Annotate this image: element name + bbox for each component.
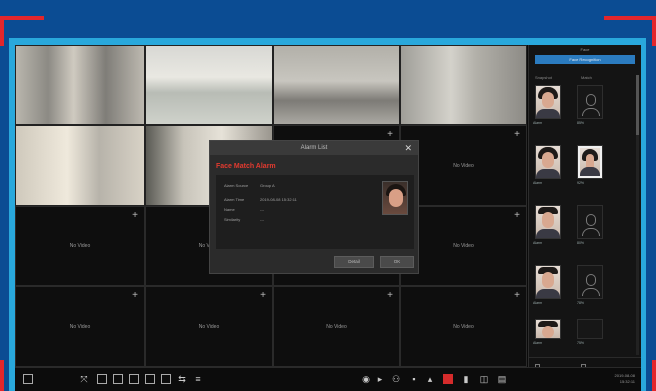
layout-16-icon[interactable] bbox=[145, 374, 155, 384]
detail-row: Similarity --- bbox=[224, 217, 264, 222]
placeholder-photo bbox=[577, 319, 603, 339]
sidebar-scrollbar[interactable] bbox=[636, 75, 639, 355]
add-camera-icon[interactable]: + bbox=[132, 211, 138, 221]
corner-top-left-v bbox=[0, 16, 4, 46]
alarm-details: Alarm Source Group A Alarm Time 2019-08-08… bbox=[216, 175, 414, 249]
placeholder-photo bbox=[577, 205, 603, 239]
tab-face-recognition[interactable]: Face Recognition bbox=[535, 55, 635, 64]
dialog-title: Alarm List bbox=[300, 145, 328, 151]
record-icon[interactable]: ▪ bbox=[409, 374, 419, 384]
match-percent: 92% bbox=[577, 181, 585, 185]
match-label: Alarm bbox=[533, 121, 543, 125]
disk-icon[interactable]: ▤ bbox=[497, 374, 507, 384]
video-tile[interactable]: + No Video bbox=[400, 286, 527, 367]
playback-icon[interactable]: ≡ bbox=[193, 374, 203, 384]
match-percent: 80% bbox=[577, 241, 585, 245]
alarm-title: Face Match Alarm bbox=[216, 163, 276, 170]
dialog-header: Alarm List ✕ bbox=[210, 141, 418, 155]
taskbar: ⤧ ⇆ ≡ ◉ ▸ ⚇ ▪ ▴ ▮ ◫ ▤ 2019-08-08 15:32:1… bbox=[15, 367, 641, 391]
prev-icon[interactable]: ◉ bbox=[361, 374, 371, 384]
corner-top-right-v bbox=[652, 16, 656, 46]
layout-25-icon[interactable] bbox=[161, 374, 171, 384]
match-percent: 75% bbox=[577, 341, 585, 345]
no-video-label: No Video bbox=[326, 323, 347, 330]
match-label: Alarm bbox=[533, 241, 543, 245]
snapshot-thumb bbox=[535, 85, 561, 119]
corner-bottom-right-v bbox=[652, 360, 656, 391]
ok-button[interactable]: OK bbox=[380, 256, 414, 268]
clock: 2019-08-08 15:32:11 bbox=[615, 373, 635, 385]
fullscreen-icon[interactable]: ⤧ bbox=[79, 374, 89, 384]
alarm-dialog: Alarm List ✕ Face Match Alarm Alarm Sour… bbox=[209, 140, 419, 274]
col-match: Match bbox=[581, 75, 592, 80]
match-label: Alarm bbox=[533, 181, 543, 185]
col-snapshot: Snapshot bbox=[535, 75, 552, 80]
camera-view-1[interactable] bbox=[15, 45, 145, 125]
snapshot-thumb bbox=[535, 265, 561, 299]
audio-icon[interactable]: ▮ bbox=[461, 374, 471, 384]
add-camera-icon[interactable]: + bbox=[387, 291, 393, 301]
close-icon[interactable]: ✕ bbox=[404, 143, 412, 153]
list-item[interactable]: Alarm 80% bbox=[533, 201, 628, 251]
layout-9-icon[interactable] bbox=[129, 374, 139, 384]
list-item[interactable]: Alarm 85% bbox=[533, 81, 628, 131]
video-tile[interactable]: + No Video bbox=[273, 286, 400, 367]
snapshot-thumb bbox=[535, 205, 561, 239]
no-video-label: No Video bbox=[453, 243, 474, 249]
no-video-label: No Video bbox=[69, 243, 91, 249]
placeholder-photo bbox=[577, 265, 603, 299]
layout-1-icon[interactable] bbox=[97, 374, 107, 384]
video-tile[interactable]: + No Video bbox=[15, 286, 145, 367]
menu-icon[interactable] bbox=[23, 374, 33, 384]
add-camera-icon[interactable]: + bbox=[132, 291, 138, 301]
list-item[interactable]: Alarm 92% bbox=[533, 141, 628, 191]
add-camera-icon[interactable]: + bbox=[514, 211, 520, 221]
corner-bottom-left-v bbox=[0, 360, 4, 391]
detail-button[interactable]: Detail bbox=[334, 256, 374, 268]
no-video-label: No Video bbox=[198, 323, 220, 330]
next-icon[interactable]: ▸ bbox=[375, 374, 385, 384]
match-percent: 85% bbox=[577, 121, 585, 125]
camera-view-3[interactable] bbox=[273, 45, 400, 125]
no-video-label: No Video bbox=[453, 162, 474, 169]
detail-row: Alarm Time 2019-08-08 15:32:11 bbox=[224, 197, 297, 202]
video-tile[interactable]: + No Video bbox=[15, 206, 145, 286]
detail-row: Alarm Source Group A bbox=[224, 183, 275, 188]
video-tile[interactable]: + No Video bbox=[145, 286, 273, 367]
match-label: Alarm bbox=[533, 341, 543, 345]
camera-view-2[interactable] bbox=[145, 45, 273, 125]
video-tile[interactable]: + No Video bbox=[400, 125, 527, 206]
match-label: Alarm bbox=[533, 301, 543, 305]
matched-photo bbox=[577, 145, 603, 179]
corner-top-right-h bbox=[604, 16, 656, 20]
corner-top-left-h bbox=[0, 16, 44, 20]
video-tile[interactable]: + No Video bbox=[400, 206, 527, 286]
list-item[interactable]: Alarm 78% bbox=[533, 261, 628, 311]
sequence-icon[interactable]: ⇆ bbox=[177, 374, 187, 384]
add-camera-icon[interactable]: + bbox=[514, 130, 520, 140]
alarm-icon[interactable]: ▴ bbox=[425, 374, 435, 384]
face-sidebar: Face Face Recognition Snapshot Match Ala… bbox=[528, 45, 641, 391]
ptz-icon[interactable]: ⚇ bbox=[391, 374, 401, 384]
list-item[interactable]: Alarm 75% bbox=[533, 315, 628, 355]
snapshot-thumb bbox=[535, 319, 561, 339]
snapshot-thumb bbox=[535, 145, 561, 179]
network-icon[interactable]: ◫ bbox=[479, 374, 489, 384]
placeholder-photo bbox=[577, 85, 603, 119]
no-video-label: No Video bbox=[69, 323, 91, 330]
add-camera-icon[interactable]: + bbox=[260, 291, 266, 301]
layout-4-icon[interactable] bbox=[113, 374, 123, 384]
match-percent: 78% bbox=[577, 301, 585, 305]
detail-row: Name --- bbox=[224, 207, 264, 212]
camera-view-4[interactable] bbox=[400, 45, 527, 125]
face-snapshot bbox=[382, 181, 408, 215]
add-camera-icon[interactable]: + bbox=[514, 291, 520, 301]
alert-icon[interactable] bbox=[443, 374, 453, 384]
camera-view-5[interactable] bbox=[15, 125, 145, 206]
add-camera-icon[interactable]: + bbox=[387, 130, 393, 140]
sidebar-title: Face bbox=[580, 47, 590, 52]
nvr-screen: + No Video + No Video + No Video + No Vi… bbox=[15, 45, 641, 391]
clock-time: 15:32:11 bbox=[619, 379, 635, 384]
no-video-label: No Video bbox=[453, 323, 474, 330]
